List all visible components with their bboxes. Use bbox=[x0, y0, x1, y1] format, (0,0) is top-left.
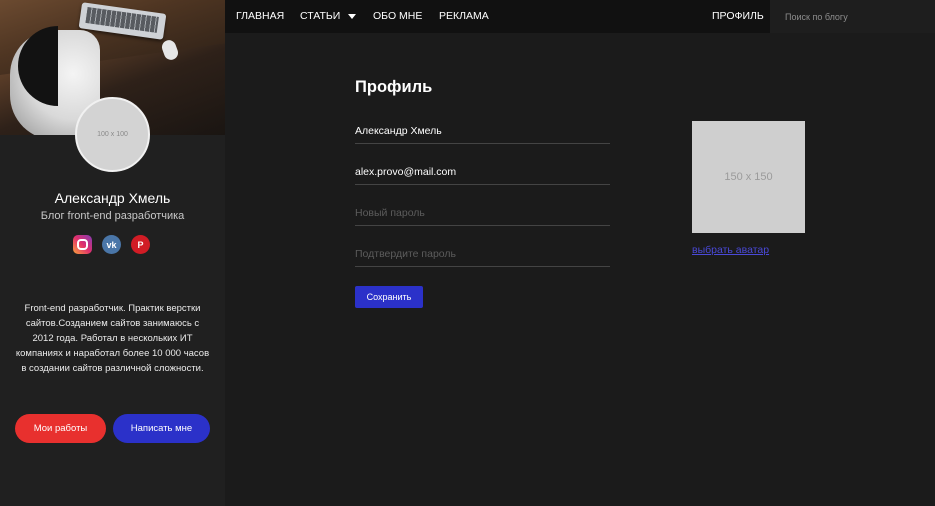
nav-item-about[interactable]: Обо мне bbox=[373, 0, 422, 33]
search-input[interactable] bbox=[770, 0, 935, 33]
name-field-wrapper bbox=[355, 118, 610, 144]
social-links: vk P bbox=[73, 235, 153, 255]
author-about: Front-end разработчик. Практик верстки с… bbox=[15, 303, 210, 374]
write-me-button[interactable]: Написать мне bbox=[113, 414, 210, 443]
email-field[interactable] bbox=[355, 159, 610, 184]
confirm-password-field-wrapper bbox=[355, 241, 610, 267]
save-button[interactable]: Сохранить bbox=[355, 286, 423, 308]
instagram-icon[interactable] bbox=[73, 235, 92, 254]
profile-page: Профиль Сохранить 150 x 150 выбрать ават… bbox=[225, 33, 935, 506]
avatar-preview: 150 x 150 bbox=[692, 121, 805, 233]
email-field-wrapper bbox=[355, 159, 610, 185]
name-field[interactable] bbox=[355, 118, 610, 143]
sidebar: 100 x 100 Александр Хмель Блог front-end… bbox=[0, 0, 225, 506]
new-password-field-wrapper bbox=[355, 200, 610, 226]
my-works-button[interactable]: Мои работы bbox=[15, 414, 106, 443]
vk-icon[interactable]: vk bbox=[102, 235, 121, 254]
choose-avatar-link[interactable]: выбрать аватар bbox=[692, 244, 769, 256]
confirm-password-field[interactable] bbox=[355, 241, 610, 266]
nav-item-home[interactable]: Главная bbox=[236, 0, 284, 33]
nav-item-articles-label: Статьи bbox=[300, 10, 341, 22]
nav-item-articles[interactable]: Статьи bbox=[300, 0, 357, 33]
nav-item-ads[interactable]: Реклама bbox=[439, 0, 489, 33]
nav-item-profile[interactable]: Профиль bbox=[712, 0, 764, 33]
new-password-field[interactable] bbox=[355, 200, 610, 225]
author-name: Александр Хмель bbox=[54, 190, 171, 206]
top-nav: Главная Статьи Обо мне Реклама Профиль bbox=[225, 0, 935, 33]
page-title: Профиль bbox=[355, 78, 433, 96]
pinterest-icon[interactable]: P bbox=[131, 235, 150, 254]
author-subtitle: Блог front-end разработчика bbox=[40, 210, 185, 222]
chevron-down-icon bbox=[348, 13, 357, 19]
avatar: 100 x 100 bbox=[75, 97, 150, 172]
